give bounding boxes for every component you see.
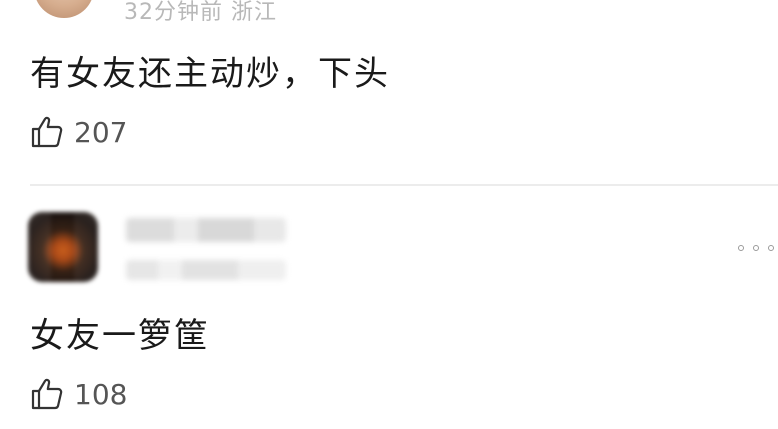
like-button[interactable]: 108 [30, 376, 127, 412]
like-count: 108 [74, 377, 128, 411]
more-dot [738, 245, 744, 251]
more-icon[interactable] [738, 242, 774, 254]
comment-list: 32分钟前 浙江 有女友还主动炒，下头 207 女友一箩筐 108 [0, 0, 778, 429]
avatar[interactable] [34, 0, 94, 18]
username-blurred[interactable] [126, 218, 286, 242]
like-count: 207 [74, 115, 128, 149]
divider [30, 184, 778, 186]
like-button[interactable]: 207 [30, 114, 127, 150]
comment-text: 女友一箩筐 [30, 316, 210, 356]
comment-meta: 32分钟前 浙江 [124, 0, 277, 25]
more-dot [753, 245, 759, 251]
avatar[interactable] [28, 212, 98, 282]
thumbs-up-icon [31, 378, 63, 410]
comment-text: 有女友还主动炒，下头 [30, 54, 390, 94]
comment-meta-blurred [126, 260, 286, 280]
more-dot [768, 245, 774, 251]
thumbs-up-icon [31, 116, 63, 148]
